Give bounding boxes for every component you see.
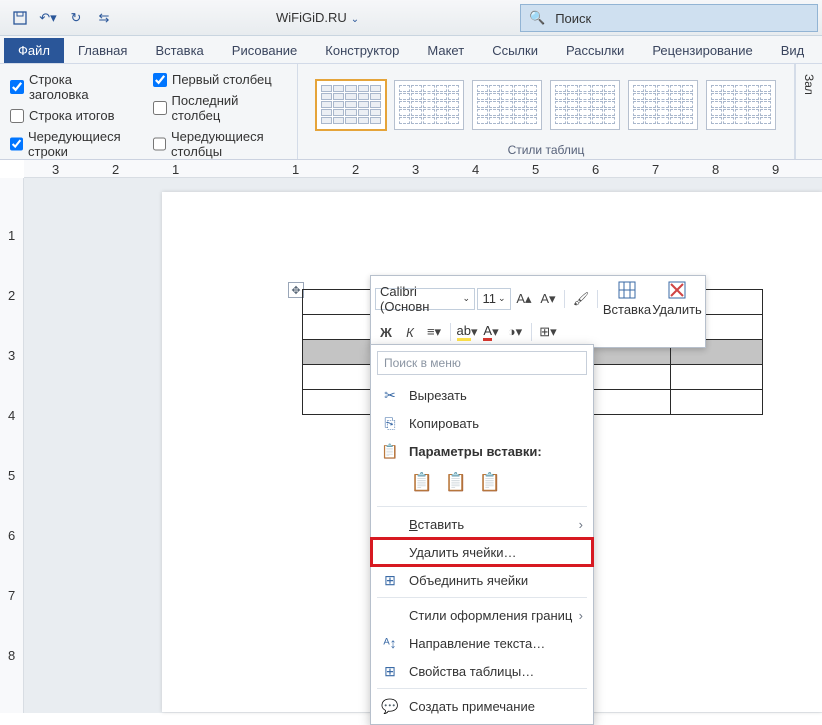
ruler-vertical: 1 2 3 4 5 6 7 8 bbox=[0, 178, 24, 713]
redo-icon[interactable]: ↻ bbox=[64, 6, 88, 30]
chk-last-col[interactable]: Последний столбец bbox=[153, 93, 287, 123]
group-label: Стили таблиц bbox=[308, 141, 784, 159]
menu-table-properties[interactable]: ⊞Свойства таблицы… bbox=[371, 657, 593, 685]
font-color-button[interactable]: A▾ bbox=[480, 321, 502, 343]
delete-button[interactable]: Удалить bbox=[653, 280, 701, 317]
menu-paste-header: 📋Параметры вставки: bbox=[371, 437, 593, 465]
table-style[interactable] bbox=[394, 80, 464, 130]
menu-insert[interactable]: Вставить bbox=[371, 510, 593, 538]
cut-icon: ✂ bbox=[381, 387, 399, 404]
ruler-horizontal: 3 2 1 1 2 3 4 5 6 7 8 9 bbox=[24, 160, 822, 178]
paste-options: 📋 📋 📋 bbox=[371, 465, 593, 503]
tab-references[interactable]: Ссылки bbox=[478, 38, 552, 63]
table-style[interactable] bbox=[628, 80, 698, 130]
merge-icon: ⊞ bbox=[381, 572, 399, 589]
chk-header-row[interactable]: Строка заголовка bbox=[10, 72, 135, 102]
context-menu: Поиск в меню ✂Вырезать ⎘Копировать 📋Пара… bbox=[370, 344, 594, 725]
save-icon[interactable] bbox=[8, 6, 32, 30]
paste-text-icon[interactable]: 📋 bbox=[477, 469, 503, 495]
tab-draw[interactable]: Рисование bbox=[218, 38, 311, 63]
insert-button[interactable]: Вставка bbox=[603, 280, 651, 317]
paste-keep-source-icon[interactable]: 📋 bbox=[409, 469, 435, 495]
menu-delete-cells[interactable]: Удалить ячейки… bbox=[371, 538, 593, 566]
menu-search[interactable]: Поиск в меню bbox=[377, 351, 587, 375]
menu-text-direction[interactable]: ᴬ↕Направление текста… bbox=[371, 629, 593, 657]
tab-view[interactable]: Вид bbox=[767, 38, 819, 63]
menu-cut[interactable]: ✂Вырезать bbox=[371, 381, 593, 409]
quick-access-toolbar: ↶▾ ↻ ⇆ bbox=[0, 6, 116, 30]
chevron-down-icon[interactable]: ⌄ bbox=[351, 14, 359, 25]
format-painter-icon[interactable]: 🖌 bbox=[570, 288, 592, 310]
table-style[interactable] bbox=[472, 80, 542, 130]
mini-toolbar: Calibri (Основн⌄ 11⌄ A▴ A▾ 🖌 Вставка Уда… bbox=[370, 275, 706, 348]
font-family-combo[interactable]: Calibri (Основн⌄ bbox=[375, 288, 475, 310]
comment-icon: 💬 bbox=[381, 698, 399, 715]
increase-font-icon[interactable]: A▴ bbox=[513, 288, 535, 310]
underline-button[interactable]: ≡▾ bbox=[423, 321, 445, 343]
text-direction-icon: ᴬ↕ bbox=[381, 635, 399, 651]
tab-review[interactable]: Рецензирование bbox=[638, 38, 766, 63]
table-style[interactable] bbox=[706, 80, 776, 130]
document-title: WiFiGiD.RU⌄ bbox=[276, 10, 359, 25]
title-bar: ↶▾ ↻ ⇆ WiFiGiD.RU⌄ 🔍 Поиск bbox=[0, 0, 822, 36]
search-box[interactable]: 🔍 Поиск bbox=[520, 4, 818, 32]
tab-mailings[interactable]: Рассылки bbox=[552, 38, 638, 63]
bold-button[interactable]: Ж bbox=[375, 321, 397, 343]
tab-home[interactable]: Главная bbox=[64, 38, 141, 63]
italic-button[interactable]: К bbox=[399, 321, 421, 343]
decrease-font-icon[interactable]: A▾ bbox=[537, 288, 559, 310]
ribbon: Строка заголовка Строка итогов Чередующи… bbox=[0, 64, 822, 160]
copy-icon: ⎘ bbox=[381, 415, 399, 432]
font-size-combo[interactable]: 11⌄ bbox=[477, 288, 511, 310]
tab-file[interactable]: Файл bbox=[4, 38, 64, 63]
menu-merge-cells[interactable]: ⊞Объединить ячейки bbox=[371, 566, 593, 594]
chk-first-col[interactable]: Первый столбец bbox=[153, 72, 287, 87]
menu-copy[interactable]: ⎘Копировать bbox=[371, 409, 593, 437]
tab-layout[interactable]: Макет bbox=[413, 38, 478, 63]
group-table-style-options: Строка заголовка Строка итогов Чередующи… bbox=[0, 64, 298, 159]
paste-merge-icon[interactable]: 📋 bbox=[443, 469, 469, 495]
table-style[interactable] bbox=[550, 80, 620, 130]
menu-border-styles[interactable]: Стили оформления границ bbox=[371, 601, 593, 629]
chk-banded-cols[interactable]: Чередующиеся столбцы bbox=[153, 129, 287, 159]
qat-more-icon[interactable]: ⇆ bbox=[92, 6, 116, 30]
menu-new-comment[interactable]: 💬Создать примечание bbox=[371, 692, 593, 720]
tab-insert[interactable]: Вставка bbox=[141, 38, 217, 63]
highlight-button[interactable]: ab▾ bbox=[456, 321, 478, 343]
undo-icon[interactable]: ↶▾ bbox=[36, 6, 60, 30]
borders-button[interactable]: ⊞▾ bbox=[537, 321, 559, 343]
table-style[interactable] bbox=[316, 80, 386, 130]
ribbon-tabs: Файл Главная Вставка Рисование Конструкт… bbox=[0, 36, 822, 64]
paste-icon: 📋 bbox=[381, 443, 399, 460]
search-placeholder: Поиск bbox=[555, 11, 591, 26]
group-table-styles: Стили таблиц bbox=[298, 64, 795, 159]
fill-button[interactable]: Зал bbox=[795, 64, 822, 159]
chk-total-row[interactable]: Строка итогов bbox=[10, 108, 135, 123]
table-props-icon: ⊞ bbox=[381, 663, 399, 680]
search-icon: 🔍 bbox=[529, 10, 545, 26]
tab-design[interactable]: Конструктор bbox=[311, 38, 413, 63]
chk-banded-rows[interactable]: Чередующиеся строки bbox=[10, 129, 135, 159]
shading-button[interactable]: ◑▾ bbox=[504, 321, 526, 343]
